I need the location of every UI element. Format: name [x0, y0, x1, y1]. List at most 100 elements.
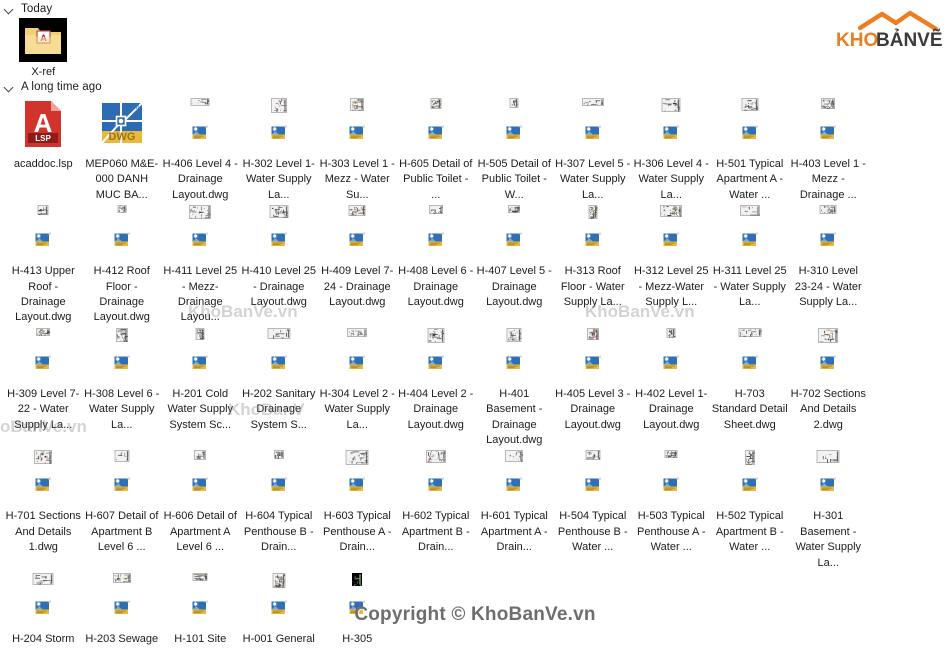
file-tile[interactable]: H-001 General Notes And Legend o...: [240, 571, 319, 650]
file-tile[interactable]: H-703 Standard Detail Sheet.dwg: [711, 326, 790, 449]
file-tile[interactable]: H-310 Level 23-24 - Water Supply La...: [789, 203, 868, 326]
file-icon[interactable]: [406, 98, 466, 156]
file-icon[interactable]: [92, 205, 152, 263]
chevron-down-icon[interactable]: [4, 4, 15, 15]
file-icon[interactable]: [170, 450, 230, 508]
file-tile[interactable]: H-412 Roof Floor - Drainage Layout.dwg: [83, 203, 162, 326]
file-icon[interactable]: [92, 573, 152, 631]
file-tile[interactable]: H-311 Level 25 - Water Supply La...: [711, 203, 790, 326]
file-tile[interactable]: H-305: [318, 571, 397, 650]
file-icon[interactable]: [563, 98, 623, 156]
file-icon[interactable]: [720, 98, 780, 156]
file-icon[interactable]: [327, 450, 387, 508]
file-icon[interactable]: [249, 573, 309, 631]
file-tile[interactable]: H-306 Level 4 - Water Supply La...: [632, 96, 711, 203]
file-icon[interactable]: [641, 98, 701, 156]
file-tile[interactable]: H-604 Typical Penthouse B - Drain...: [240, 448, 319, 571]
group-header-today[interactable]: Today: [0, 0, 950, 18]
file-icon[interactable]: [249, 205, 309, 263]
file-icon[interactable]: [327, 573, 387, 631]
file-tile[interactable]: H-605 Detail of Public Toilet - ...: [397, 96, 476, 203]
file-icon[interactable]: [406, 205, 466, 263]
file-tile[interactable]: H-301 Basement - Water Supply La...: [789, 448, 868, 571]
file-tile[interactable]: DWG TM MEP060 M&E-000 DANH MUC BA...: [83, 96, 162, 203]
file-icon[interactable]: [563, 327, 623, 386]
file-icon[interactable]: [92, 450, 152, 508]
file-icon[interactable]: [170, 98, 230, 156]
file-tile[interactable]: H-101 Site Plan - Utilities Connectio...: [161, 571, 240, 650]
file-tile[interactable]: H-307 Level 5 - Water Supply La...: [554, 96, 633, 203]
file-tile[interactable]: H-403 Level 1 -Mezz - Drainage ...: [789, 96, 868, 203]
file-icon[interactable]: [13, 327, 73, 386]
file-icon[interactable]: DWG TM: [92, 98, 152, 156]
file-icon[interactable]: [563, 205, 623, 263]
file-tile[interactable]: H-303 Level 1 -Mezz - Water Su...: [318, 96, 397, 203]
file-icon[interactable]: [484, 327, 544, 386]
file-icon[interactable]: [641, 327, 701, 386]
file-tile[interactable]: H-201 Cold Water Supply System Sc...: [161, 326, 240, 449]
file-tile[interactable]: H-312 Level 25 - Mezz-Water Supply L...: [632, 203, 711, 326]
file-icon[interactable]: [484, 98, 544, 156]
file-icon[interactable]: [484, 450, 544, 508]
file-tile[interactable]: H-304 Level 2 - Water Supply La...: [318, 326, 397, 449]
file-tile[interactable]: A LSP acaddoc.lsp: [4, 96, 83, 203]
file-icon[interactable]: [170, 327, 230, 386]
file-tile[interactable]: H-407 Level 5 - Drainage Layout.dwg: [475, 203, 554, 326]
file-icon[interactable]: [798, 327, 858, 386]
file-icon[interactable]: [563, 450, 623, 508]
folder-tile[interactable]: A X-ref: [4, 18, 83, 78]
file-tile[interactable]: H-402 Level 1-Drainage Layout.dwg: [632, 326, 711, 449]
file-icon[interactable]: [720, 205, 780, 263]
file-tile[interactable]: H-406 Level 4 - Drainage Layout.dwg: [161, 96, 240, 203]
file-tile[interactable]: H-701 Sections And Details 1.dwg: [4, 448, 83, 571]
file-icon[interactable]: [406, 450, 466, 508]
file-tile[interactable]: H-702 Sections And Details 2.dwg: [789, 326, 868, 449]
file-icon[interactable]: [13, 573, 73, 631]
file-tile[interactable]: H-606 Detail of Apartment A Level 6 ...: [161, 448, 240, 571]
file-tile[interactable]: H-410 Level 25 - Drainage Layout.dwg: [240, 203, 319, 326]
file-tile[interactable]: H-501 Typical Apartment A - Water ...: [711, 96, 790, 203]
file-tile[interactable]: H-505 Detail of Public Toilet - W...: [475, 96, 554, 203]
file-tile[interactable]: H-309 Level 7-22 - Water Supply La...: [4, 326, 83, 449]
file-tile[interactable]: H-602 Typical Apartment B - Drain...: [397, 448, 476, 571]
file-icon[interactable]: [249, 450, 309, 508]
file-icon[interactable]: [249, 327, 309, 386]
file-tile[interactable]: H-401 Basement - Drainage Layout.dwg: [475, 326, 554, 449]
file-tile[interactable]: H-302 Level 1-Water Supply La...: [240, 96, 319, 203]
file-tile[interactable]: H-607 Detail of Apartment B Level 6 ...: [83, 448, 162, 571]
file-tile[interactable]: H-204 Storm Drainage System S...: [4, 571, 83, 650]
file-icon[interactable]: [484, 205, 544, 263]
file-tile[interactable]: H-409 Level 7-24 - Drainage Layout.dwg: [318, 203, 397, 326]
file-icon[interactable]: [798, 450, 858, 508]
file-icon[interactable]: A LSP: [13, 98, 73, 156]
file-icon[interactable]: [720, 450, 780, 508]
file-tile[interactable]: H-405 Level 3 - Drainage Layout.dwg: [554, 326, 633, 449]
file-tile[interactable]: H-408 Level 6 - Drainage Layout.dwg: [397, 203, 476, 326]
file-icon[interactable]: [798, 98, 858, 156]
file-icon[interactable]: [406, 327, 466, 386]
file-icon[interactable]: [720, 327, 780, 386]
file-icon[interactable]: [327, 327, 387, 386]
file-tile[interactable]: H-203 Sewage Treatment Schemati...: [83, 571, 162, 650]
file-tile[interactable]: H-603 Typical Penthouse A - Drain...: [318, 448, 397, 571]
file-tile[interactable]: H-411 Level 25 - Mezz-Drainage Layou...: [161, 203, 240, 326]
file-tile[interactable]: H-504 Typical Penthouse B - Water ...: [554, 448, 633, 571]
file-icon[interactable]: [249, 98, 309, 156]
file-tile[interactable]: H-502 Typical Apartment B - Water ...: [711, 448, 790, 571]
file-tile[interactable]: H-308 Level 6 - Water Supply La...: [83, 326, 162, 449]
file-icon[interactable]: [170, 205, 230, 263]
file-icon[interactable]: [798, 205, 858, 263]
file-icon[interactable]: [327, 205, 387, 263]
file-icon[interactable]: [641, 450, 701, 508]
file-icon[interactable]: [13, 205, 73, 263]
file-icon[interactable]: [13, 450, 73, 508]
chevron-down-icon[interactable]: [4, 82, 15, 93]
file-tile[interactable]: H-202 Sanitary Drainage System S...: [240, 326, 319, 449]
file-tile[interactable]: H-404 Level 2 - Drainage Layout.dwg: [397, 326, 476, 449]
file-icon[interactable]: [641, 205, 701, 263]
file-tile[interactable]: H-601 Typical Apartment A - Drain...: [475, 448, 554, 571]
file-tile[interactable]: H-503 Typical Penthouse A - Water ...: [632, 448, 711, 571]
file-icon[interactable]: [92, 327, 152, 386]
file-tile[interactable]: H-313 Roof Floor - Water Supply La...: [554, 203, 633, 326]
group-header-a-long-time-ago[interactable]: A long time ago: [0, 78, 950, 96]
